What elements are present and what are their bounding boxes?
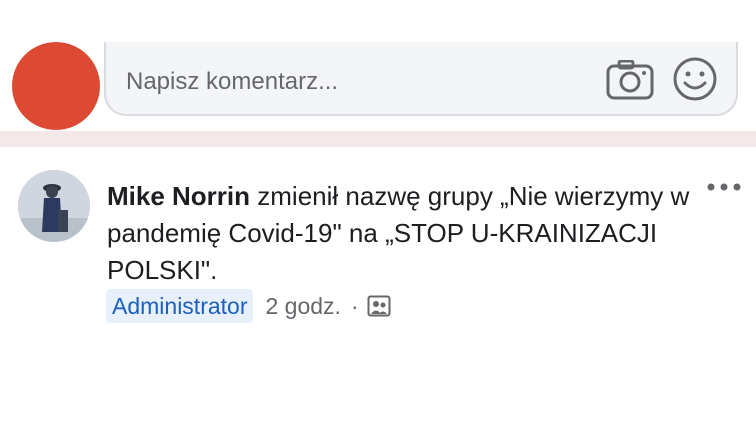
current-user-avatar[interactable] [12, 42, 100, 130]
author-photo-icon [18, 170, 90, 242]
group-activity-post: Mike Norrin zmienił nazwę grupy „Nie wie… [0, 160, 756, 340]
comment-placeholder: Napisz komentarz... [126, 68, 339, 95]
post-meta: Administrator 2 godz. · [106, 288, 391, 324]
camera-icon[interactable] [606, 60, 654, 100]
section-divider [0, 131, 756, 147]
more-options-icon[interactable] [706, 180, 742, 194]
meta-separator: · [350, 292, 359, 319]
post-text: Mike Norrin zmienił nazwę grupy „Nie wie… [107, 178, 697, 289]
group-icon [367, 295, 391, 317]
author-name[interactable]: Mike Norrin [107, 181, 250, 211]
author-avatar[interactable] [18, 170, 90, 242]
smiley-icon[interactable] [672, 56, 718, 102]
comment-input[interactable]: Napisz komentarz... [104, 42, 738, 116]
administrator-badge: Administrator [106, 289, 254, 323]
post-time[interactable]: 2 godz. [265, 293, 340, 320]
